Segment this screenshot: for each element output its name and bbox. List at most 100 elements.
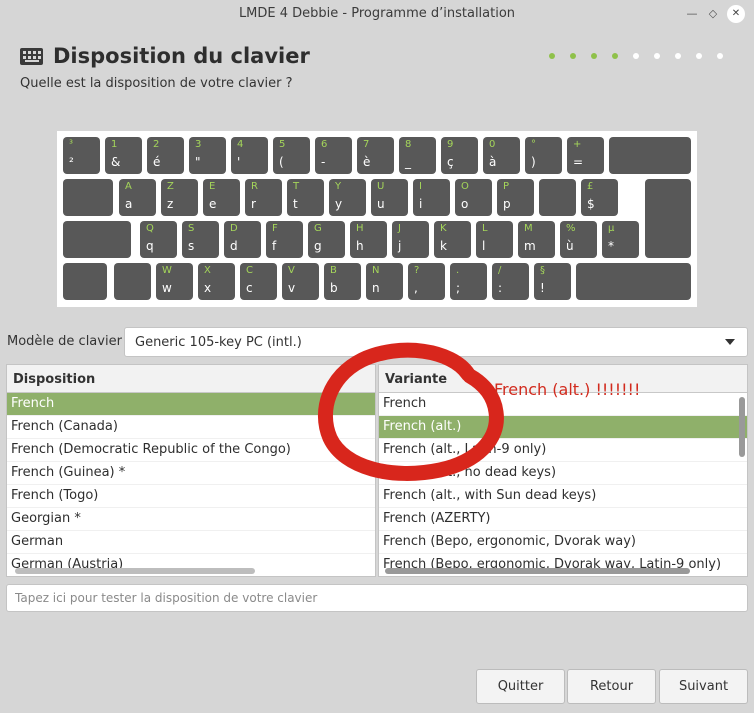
keyboard-key: Aa (119, 179, 156, 216)
variant-item[interactable]: French (Bepo, ergonomic, Dvorak way) (379, 531, 747, 554)
keyboard-test-field[interactable] (6, 584, 748, 612)
key-base-label: m (524, 239, 536, 253)
key-shift-label: 5 (279, 139, 286, 150)
variant-item[interactable]: French (alt.) (379, 416, 747, 439)
variant-horizontal-scrollbar[interactable] (385, 568, 690, 574)
key-base-label: , (414, 281, 418, 295)
key-base-label: f (272, 239, 277, 253)
variant-item[interactable]: French (alt., no dead keys) (379, 462, 747, 485)
key-shift-label: D (230, 223, 238, 234)
key-base-label: j (398, 239, 402, 253)
layout-item[interactable]: French (Togo) (7, 485, 375, 508)
key-shift-label: E (209, 181, 216, 192)
key-shift-label: 4 (237, 139, 244, 150)
variant-vertical-scrollbar[interactable] (739, 397, 745, 457)
layout-item[interactable]: French (7, 393, 375, 416)
key-base-label: à (489, 155, 497, 169)
keyboard-key (576, 263, 691, 300)
key-shift-label: H (356, 223, 364, 234)
key-shift-label: £ (587, 181, 594, 192)
key-base-label: b (330, 281, 338, 295)
keyboard-model-select[interactable]: Generic 105-key PC (intl.) (124, 327, 748, 357)
key-shift-label: A (125, 181, 132, 192)
maximize-icon[interactable]: ◇ (703, 4, 723, 24)
layout-item[interactable]: French (Guinea) * (7, 462, 375, 485)
progress-dot (591, 53, 597, 59)
keyboard-key: Yy (329, 179, 366, 216)
key-shift-label: Z (167, 181, 174, 192)
keyboard-key (63, 263, 107, 300)
key-shift-label: C (246, 265, 253, 276)
page-title: Disposition du clavier (53, 44, 310, 68)
layout-list[interactable]: Disposition French French (Canada) French … (6, 364, 376, 577)
variant-item[interactable]: French (AZERTY) (379, 508, 747, 531)
close-icon[interactable]: ✕ (727, 5, 745, 23)
key-base-label: x (204, 281, 212, 295)
keyboard-key: .; (450, 263, 487, 300)
keyboard-key: ?, (408, 263, 445, 300)
key-shift-label: ° (531, 139, 536, 150)
layout-item[interactable]: Georgian * (7, 508, 375, 531)
key-shift-label: X (204, 265, 211, 276)
key-base-label: ( (279, 155, 284, 169)
next-button[interactable]: Suivant (659, 669, 748, 704)
keyboard-key: Ee (203, 179, 240, 216)
key-shift-label: Q (146, 223, 154, 234)
key-base-label: = (573, 155, 584, 169)
key-base-label: ) (531, 155, 536, 169)
key-base-label: p (503, 197, 511, 211)
layout-item[interactable]: German (7, 531, 375, 554)
keyboard-key: Oo (455, 179, 492, 216)
key-shift-label: K (440, 223, 447, 234)
key-shift-label: 3 (195, 139, 202, 150)
layout-list-header: Disposition (7, 365, 375, 393)
keyboard-key: /: (492, 263, 529, 300)
key-shift-label: O (461, 181, 469, 192)
keyboard-key: Ff (266, 221, 303, 258)
quit-button[interactable]: Quitter (476, 669, 565, 704)
key-base-label: d (230, 239, 238, 253)
window-title: LMDE 4 Debbie - Programme d’installation (238, 6, 516, 21)
key-shift-label: + (573, 139, 582, 150)
key-shift-label: . (456, 265, 460, 276)
layout-horizontal-scrollbar[interactable] (15, 568, 255, 574)
key-base-label: l (482, 239, 486, 253)
key-base-label: ' (237, 155, 241, 169)
minimize-icon[interactable]: — (682, 4, 702, 24)
back-button[interactable]: Retour (567, 669, 656, 704)
key-shift-label: F (272, 223, 278, 234)
key-shift-label: Y (335, 181, 342, 192)
key-base-label: e (209, 197, 217, 211)
key-shift-label: W (162, 265, 172, 276)
key-base-label: u (377, 197, 385, 211)
key-base-label: q (146, 239, 154, 253)
layout-item[interactable]: French (Democratic Republic of the Congo… (7, 439, 375, 462)
variant-item[interactable]: French (alt., with Sun dead keys) (379, 485, 747, 508)
key-shift-label: U (377, 181, 385, 192)
keyboard-key: Cc (240, 263, 277, 300)
key-base-label: y (335, 197, 343, 211)
key-shift-label: 8 (405, 139, 412, 150)
key-shift-label: 9 (447, 139, 454, 150)
keyboard-key: Ss (182, 221, 219, 258)
keyboard-key: Rr (245, 179, 282, 216)
progress-dot (570, 53, 576, 59)
keyboard-key: Hh (350, 221, 387, 258)
keyboard-key: £ $ (581, 179, 618, 216)
layout-item[interactable]: French (Canada) (7, 416, 375, 439)
variant-item[interactable]: French (alt., Latin-9 only) (379, 439, 747, 462)
keyboard-key: Pp (497, 179, 534, 216)
progress-dot (696, 53, 702, 59)
keyboard-key: ³² (63, 137, 100, 174)
keyboard-key: + = (567, 137, 604, 174)
keyboard-test-input[interactable] (7, 585, 747, 611)
keyboard-key: Jj (392, 221, 429, 258)
keyboard-key (63, 179, 113, 216)
key-base-label: - (321, 155, 326, 169)
key-base-label: ; (456, 281, 461, 295)
keyboard-key: 1 & (105, 137, 142, 174)
key-base-label: & (111, 155, 121, 169)
keyboard-key: Mm (518, 221, 555, 258)
keyboard-preview: ³ ² 1 & 2 é 3 " 4 ' 5(6-7 è 8 _ 9 ç 0 à °) + = Aa Zz Ee Rr Tt Yy Uu… (57, 131, 697, 307)
key-shift-label: ? (414, 265, 420, 276)
